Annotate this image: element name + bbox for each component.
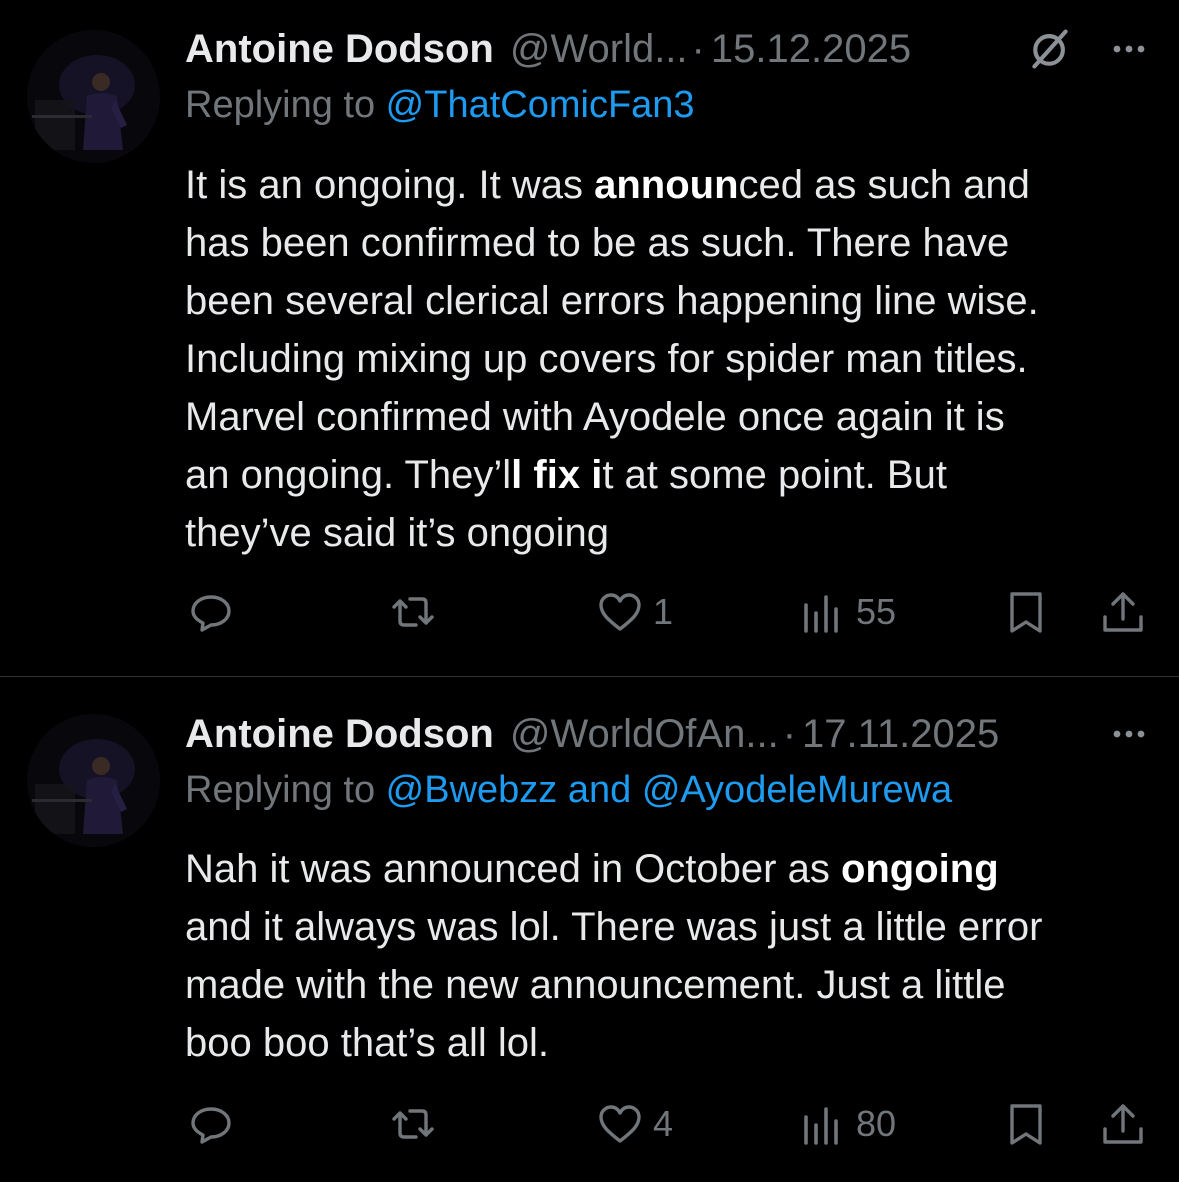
more-icon[interactable]: [1109, 714, 1149, 754]
tweet-header: Antoine Dodson @WorldOfAn... · 17.11.202…: [185, 709, 1149, 759]
text-segment: It is an ongoing. It was: [185, 163, 595, 207]
text-segment-bold: announ: [594, 163, 739, 207]
timestamp[interactable]: 17.11.2025: [802, 712, 999, 757]
retweet-button[interactable]: [390, 582, 446, 642]
replying-prefix: Replying to: [185, 769, 386, 811]
reply-icon: [191, 1107, 231, 1144]
avatar-image: [27, 30, 160, 163]
timestamp[interactable]: 15.12.2025: [711, 27, 911, 72]
bookmark-button[interactable]: [1003, 582, 1049, 642]
reply-mentions[interactable]: @Bwebzz and @AyodeleMurewa: [386, 769, 953, 811]
share-button[interactable]: [1100, 582, 1146, 642]
reply-button[interactable]: [188, 1094, 244, 1154]
action-bar: 1 55: [0, 582, 1179, 642]
heart-icon: [599, 593, 641, 631]
separator-dot: ·: [691, 26, 705, 71]
views-button[interactable]: 55: [800, 582, 896, 642]
bookmark-button[interactable]: [1003, 1094, 1049, 1154]
tweet[interactable]: Antoine Dodson @WorldOfAn... · 17.11.202…: [0, 677, 1179, 1182]
tweet-header: Antoine Dodson @World... · 15.12.2025: [185, 24, 1149, 74]
tweet[interactable]: Antoine Dodson @World... · 15.12.2025 Re: [0, 0, 1179, 677]
replying-to: Replying to @Bwebzz and @AyodeleMurewa: [185, 769, 1149, 819]
bookmark-icon: [1010, 1104, 1042, 1145]
avatar[interactable]: [27, 30, 160, 163]
like-button[interactable]: 4: [597, 1094, 673, 1154]
reply-icon: [191, 595, 231, 632]
reply-mentions[interactable]: @ThatComicFan3: [386, 84, 695, 126]
avatar[interactable]: [27, 714, 160, 847]
text-segment: ced as such and has been confirmed to be…: [185, 163, 1039, 497]
display-name[interactable]: Antoine Dodson: [185, 712, 494, 757]
text-segment: and it always was lol. There was just a …: [185, 905, 1043, 1065]
retweet-icon: [392, 1109, 434, 1139]
text-segment-bold: ongoing: [840, 847, 999, 891]
handle[interactable]: @World...: [510, 27, 688, 72]
tweet-feed: Antoine Dodson @World... · 15.12.2025 Re: [0, 0, 1179, 1182]
share-button[interactable]: [1100, 1094, 1146, 1154]
reply-button[interactable]: [188, 582, 244, 642]
share-icon: [1103, 1104, 1143, 1144]
like-count: 1: [653, 591, 674, 632]
handle[interactable]: @WorldOfAn...: [510, 712, 779, 757]
tweet-text: Nah it was announced in October as ongoi…: [185, 840, 1151, 1072]
heart-icon: [599, 1105, 641, 1143]
replying-to: Replying to @ThatComicFan3: [185, 84, 1149, 134]
like-count: 4: [653, 1103, 674, 1144]
grok-icon[interactable]: [1025, 24, 1075, 74]
views-count: 80: [856, 1103, 897, 1144]
views-icon: [804, 1107, 838, 1145]
separator-dot: ·: [782, 711, 797, 756]
like-button[interactable]: 1: [597, 582, 673, 642]
share-icon: [1103, 592, 1143, 632]
display-name[interactable]: Antoine Dodson: [185, 27, 494, 72]
retweet-button[interactable]: [390, 1094, 446, 1154]
avatar-image: [27, 714, 160, 847]
tweet-text: It is an ongoing. It was announced as su…: [185, 156, 1151, 562]
replying-prefix: Replying to: [185, 84, 386, 126]
bookmark-icon: [1010, 592, 1042, 633]
action-bar: 4 80: [0, 1094, 1179, 1154]
retweet-icon: [392, 597, 434, 627]
more-icon[interactable]: [1109, 29, 1149, 69]
text-segment-bold: l fix i: [511, 453, 603, 497]
views-button[interactable]: 80: [800, 1094, 896, 1154]
views-count: 55: [856, 591, 897, 632]
views-icon: [804, 595, 838, 633]
text-segment: Nah it was announced in October as: [185, 847, 841, 891]
